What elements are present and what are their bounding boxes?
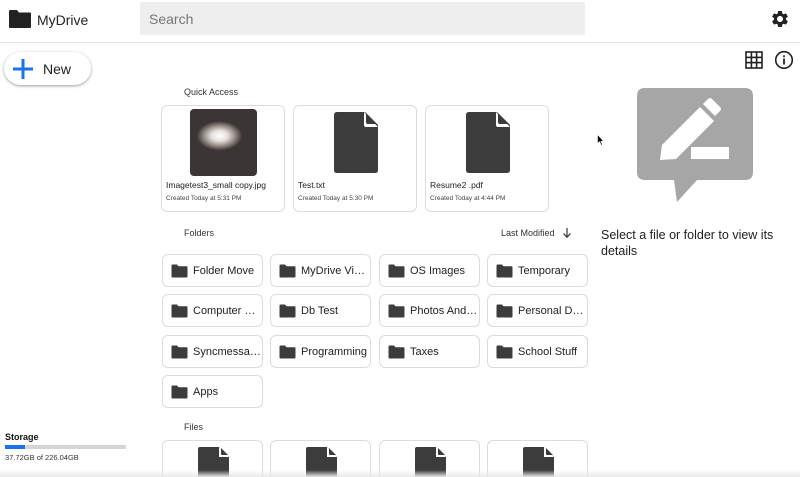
- folder-icon: [496, 304, 513, 317]
- folder-item[interactable]: Taxes: [379, 335, 480, 368]
- folder-item[interactable]: School Stuff: [487, 335, 588, 368]
- folder-logo-icon: [9, 10, 31, 28]
- folder-name: Folder Move: [193, 264, 255, 277]
- files-title: Files: [184, 422, 204, 432]
- folder-name: Personal Drive: [518, 304, 587, 317]
- new-button[interactable]: New: [4, 52, 91, 85]
- file-card[interactable]: [487, 440, 588, 477]
- folder-name: School Stuff: [518, 345, 578, 358]
- folder-item[interactable]: OS Images: [379, 254, 480, 287]
- folder-name: Apps: [193, 385, 219, 398]
- file-name: Imagetest3_small copy.jpg: [166, 180, 267, 190]
- storage-bar: [5, 445, 126, 449]
- folder-item[interactable]: Syncmessage: [162, 335, 263, 368]
- folder-icon: [171, 385, 188, 398]
- arrow-down-icon[interactable]: [562, 227, 572, 239]
- folder-item[interactable]: Folder Move: [162, 254, 263, 287]
- file-icon: [415, 447, 446, 477]
- details-empty-message: Select a file or folder to view its deta…: [601, 228, 774, 258]
- folder-item[interactable]: Programming: [270, 335, 371, 368]
- folder-item[interactable]: MyDrive Videos: [270, 254, 371, 287]
- folder-name: Temporary: [518, 264, 570, 277]
- file-card[interactable]: [270, 440, 371, 477]
- folders-title: Folders: [184, 228, 215, 238]
- folder-icon: [496, 264, 513, 277]
- file-created-date: Created Today at 5:31 PM: [166, 195, 242, 202]
- file-icon: [334, 112, 378, 173]
- folder-icon: [279, 264, 296, 277]
- folder-icon: [388, 264, 405, 277]
- file-icon: [523, 447, 554, 477]
- folder-name: Syncmessage: [193, 345, 262, 358]
- file-card[interactable]: [162, 440, 263, 477]
- folder-icon: [171, 264, 188, 277]
- grid-icon[interactable]: [745, 51, 763, 69]
- quick-access-card[interactable]: Test.txt Created Today at 5:30 PM: [293, 105, 417, 212]
- folder-icon: [171, 304, 188, 317]
- top-bar: MyDrive: [0, 0, 800, 43]
- folder-icon: [279, 304, 296, 317]
- sort-label[interactable]: Last Modified: [501, 228, 555, 238]
- quick-access-card[interactable]: Imagetest3_small copy.jpg Created Today …: [161, 105, 285, 212]
- folder-icon: [496, 345, 513, 358]
- folder-item[interactable]: Apps: [162, 375, 263, 408]
- info-icon[interactable]: [774, 50, 794, 70]
- folder-name: Programming: [301, 345, 368, 358]
- plus-icon: [13, 58, 33, 79]
- folder-item[interactable]: Temporary: [487, 254, 588, 287]
- file-card[interactable]: [379, 440, 480, 477]
- folder-item[interactable]: Computer Recovery: [162, 294, 263, 327]
- folder-name: Db Test: [301, 304, 339, 317]
- search-bar[interactable]: [140, 2, 585, 35]
- folder-item[interactable]: Personal Drive: [487, 294, 588, 327]
- folder-icon: [388, 304, 405, 317]
- storage-label: Storage: [5, 432, 39, 442]
- folder-item[interactable]: Db Test: [270, 294, 371, 327]
- folder-icon: [388, 345, 405, 358]
- new-button-label: New: [43, 60, 72, 77]
- folder-icon: [279, 345, 296, 358]
- search-input[interactable]: [149, 10, 576, 27]
- file-name: Resume2 .pdf: [430, 180, 483, 190]
- file-icon: [306, 447, 337, 477]
- mouse-cursor-icon: [597, 134, 604, 146]
- quick-access-card[interactable]: Resume2 .pdf Created Today at 4:44 PM: [425, 105, 549, 212]
- file-created-date: Created Today at 4:44 PM: [430, 195, 506, 202]
- edit-comment-icon: [637, 88, 753, 202]
- folder-name: Computer Recovery: [193, 304, 262, 317]
- folder-name: Taxes: [410, 345, 439, 358]
- app-title[interactable]: MyDrive: [37, 12, 88, 28]
- storage-bar-fill: [5, 445, 26, 449]
- folder-name: MyDrive Videos: [301, 264, 370, 277]
- folder-name: OS Images: [410, 264, 466, 277]
- file-created-date: Created Today at 5:30 PM: [298, 195, 374, 202]
- quick-access-title: Quick Access: [184, 87, 239, 97]
- folder-name: Photos And Videos: [410, 304, 479, 317]
- folder-item[interactable]: Photos And Videos: [379, 294, 480, 327]
- image-thumbnail: [190, 109, 257, 176]
- file-icon: [198, 447, 229, 477]
- gear-icon[interactable]: [770, 9, 790, 29]
- folder-icon: [171, 345, 188, 358]
- file-icon: [466, 112, 510, 173]
- file-name: Test.txt: [298, 180, 325, 190]
- storage-usage-text: 37.72GB of 226.04GB: [5, 453, 79, 462]
